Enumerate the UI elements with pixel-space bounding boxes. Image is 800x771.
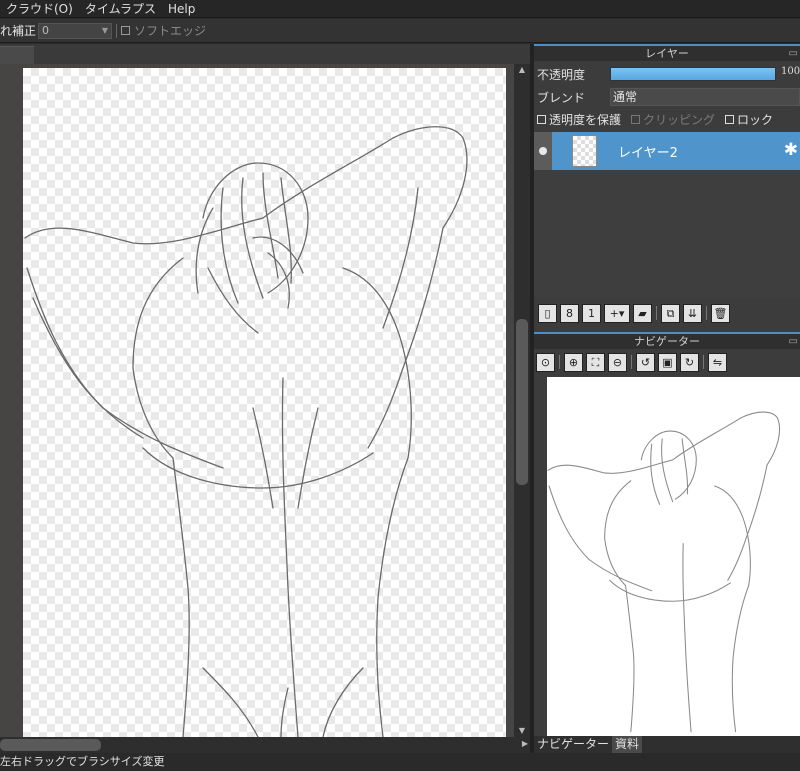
stabilizer-value: 0 [42,23,50,37]
opacity-label: 不透明度 [537,67,586,82]
blend-row: ブレンド 通常 [534,86,800,108]
flip-horizontal-icon[interactable]: ⇋ [708,352,727,372]
horizontal-scroll-thumb[interactable] [0,739,101,751]
layer-panel-title-text: レイヤー [645,47,689,60]
protect-alpha-checkbox[interactable] [537,114,546,124]
zoom-out-icon[interactable]: ⊖ [608,352,627,372]
tool-options-bar: れ補正 0 ▼ ソフトエッジ [0,19,800,43]
gear-icon[interactable]: ✱ [784,140,798,160]
canvas-vertical-scrollbar[interactable]: ▲ ▼ [514,64,530,737]
layer-name: レイヤー2 [618,146,678,161]
folder-icon[interactable]: ▰ [633,303,652,323]
opacity-row: 不透明度 100 [534,63,800,85]
menu-cloud[interactable]: クラウド(O) [0,0,79,17]
eye-icon[interactable] [539,147,547,155]
blend-mode-value: 通常 [613,90,638,104]
opacity-slider[interactable] [610,67,776,81]
clipping-option[interactable]: クリッピング [631,111,715,128]
scroll-right-icon[interactable]: ▶ [522,739,528,748]
soft-edge-checkbox[interactable] [121,26,131,35]
document-tab[interactable] [0,46,34,64]
blend-label: ブレンド [537,90,586,105]
tab-navigator[interactable]: ナビゲーター [534,736,612,753]
add-layer-menu-icon[interactable]: +▾ [604,303,630,323]
layer-item[interactable]: レイヤー2 ✱ [534,132,800,170]
new-1bit-layer-icon[interactable]: 1 [582,303,601,323]
right-panel: レイヤー ▭ 不透明度 100 ブレンド 通常 透明度を保護 クリッピング ロッ… [534,44,800,753]
chevron-down-icon: ▼ [101,25,109,35]
layer-toolbar: ▯ 8 1 +▾ ▰ ⧉ ⇊ 🗑 [534,300,800,326]
menu-help[interactable]: Help [162,2,201,16]
separator [703,355,704,369]
delete-layer-icon[interactable]: 🗑 [711,303,730,323]
sketch-drawing [24,126,468,737]
rotate-right-icon[interactable]: ↻ [680,352,699,372]
layer-panel-title: レイヤー ▭ [534,44,800,61]
soft-edge-option[interactable]: ソフトエッジ [121,22,206,39]
scroll-up-icon[interactable]: ▲ [516,65,528,75]
separator [706,306,707,320]
opacity-value: 100 [781,66,800,77]
zoom-reset-icon[interactable]: ⊙ [536,352,555,372]
layer-list: レイヤー2 ✱ [534,132,800,298]
document-tab-strip [0,44,532,64]
lock-label: ロック [737,112,774,127]
separator [656,306,657,320]
rotate-left-icon[interactable]: ↺ [636,352,655,372]
separator [559,355,560,369]
separator [631,355,632,369]
status-bar: 左右ドラッグでブラシサイズ変更 [0,753,800,771]
scroll-down-icon[interactable]: ▼ [516,726,528,736]
lock-checkbox[interactable] [725,114,735,124]
navigator-preview[interactable] [547,377,800,736]
separator [116,23,118,38]
lock-option[interactable]: ロック [725,111,773,128]
tab-materials[interactable]: 資料 [612,736,643,753]
stabilizer-select[interactable]: 0 ▼ [38,22,113,39]
clipping-checkbox[interactable] [631,114,641,124]
soft-edge-label: ソフトエッジ [134,24,207,38]
navigator-panel-title: ナビゲーター ▭ [534,332,800,349]
new-layer-icon[interactable]: ▯ [538,303,557,323]
navigator-panel-title-text: ナビゲーター [634,335,700,348]
new-8bit-layer-icon[interactable]: 8 [560,303,579,323]
clipping-label: クリッピング [643,112,716,127]
stabilizer-label: れ補正 [0,24,37,38]
panel-dock-icon[interactable]: ▭ [789,334,798,349]
zoom-in-icon[interactable]: ⊕ [564,352,583,372]
status-text: 左右ドラッグでブラシサイズ変更 [0,755,165,768]
protect-alpha-option[interactable]: 透明度を保護 [537,111,621,128]
blend-mode-select[interactable]: 通常 [610,88,800,106]
duplicate-layer-icon[interactable]: ⧉ [661,303,680,323]
actual-size-icon[interactable]: ▣ [658,352,677,372]
panel-bottom-tabs: ナビゲーター 資料 [534,736,800,753]
canvas-horizontal-scrollbar[interactable]: ▶ [0,737,530,753]
canvas-area[interactable] [0,64,514,737]
menu-timelapse[interactable]: タイムラプス [79,0,162,17]
navigator-sketch [547,411,781,733]
navigator-toolbar: ⊙ ⊕ ⛶ ⊖ ↺ ▣ ↻ ⇋ [534,350,800,374]
panel-dock-icon[interactable]: ▭ [789,46,798,61]
protect-alpha-label: 透明度を保護 [549,112,622,127]
fit-icon[interactable]: ⛶ [586,352,605,372]
canvas-paper[interactable] [23,68,506,737]
merge-down-icon[interactable]: ⇊ [683,303,702,323]
layer-thumbnail [572,135,597,167]
layer-options-row: 透明度を保護 クリッピング ロック [534,108,800,130]
vertical-scroll-thumb[interactable] [516,319,528,485]
menu-bar: クラウド(O) タイムラプス Help [0,0,800,18]
